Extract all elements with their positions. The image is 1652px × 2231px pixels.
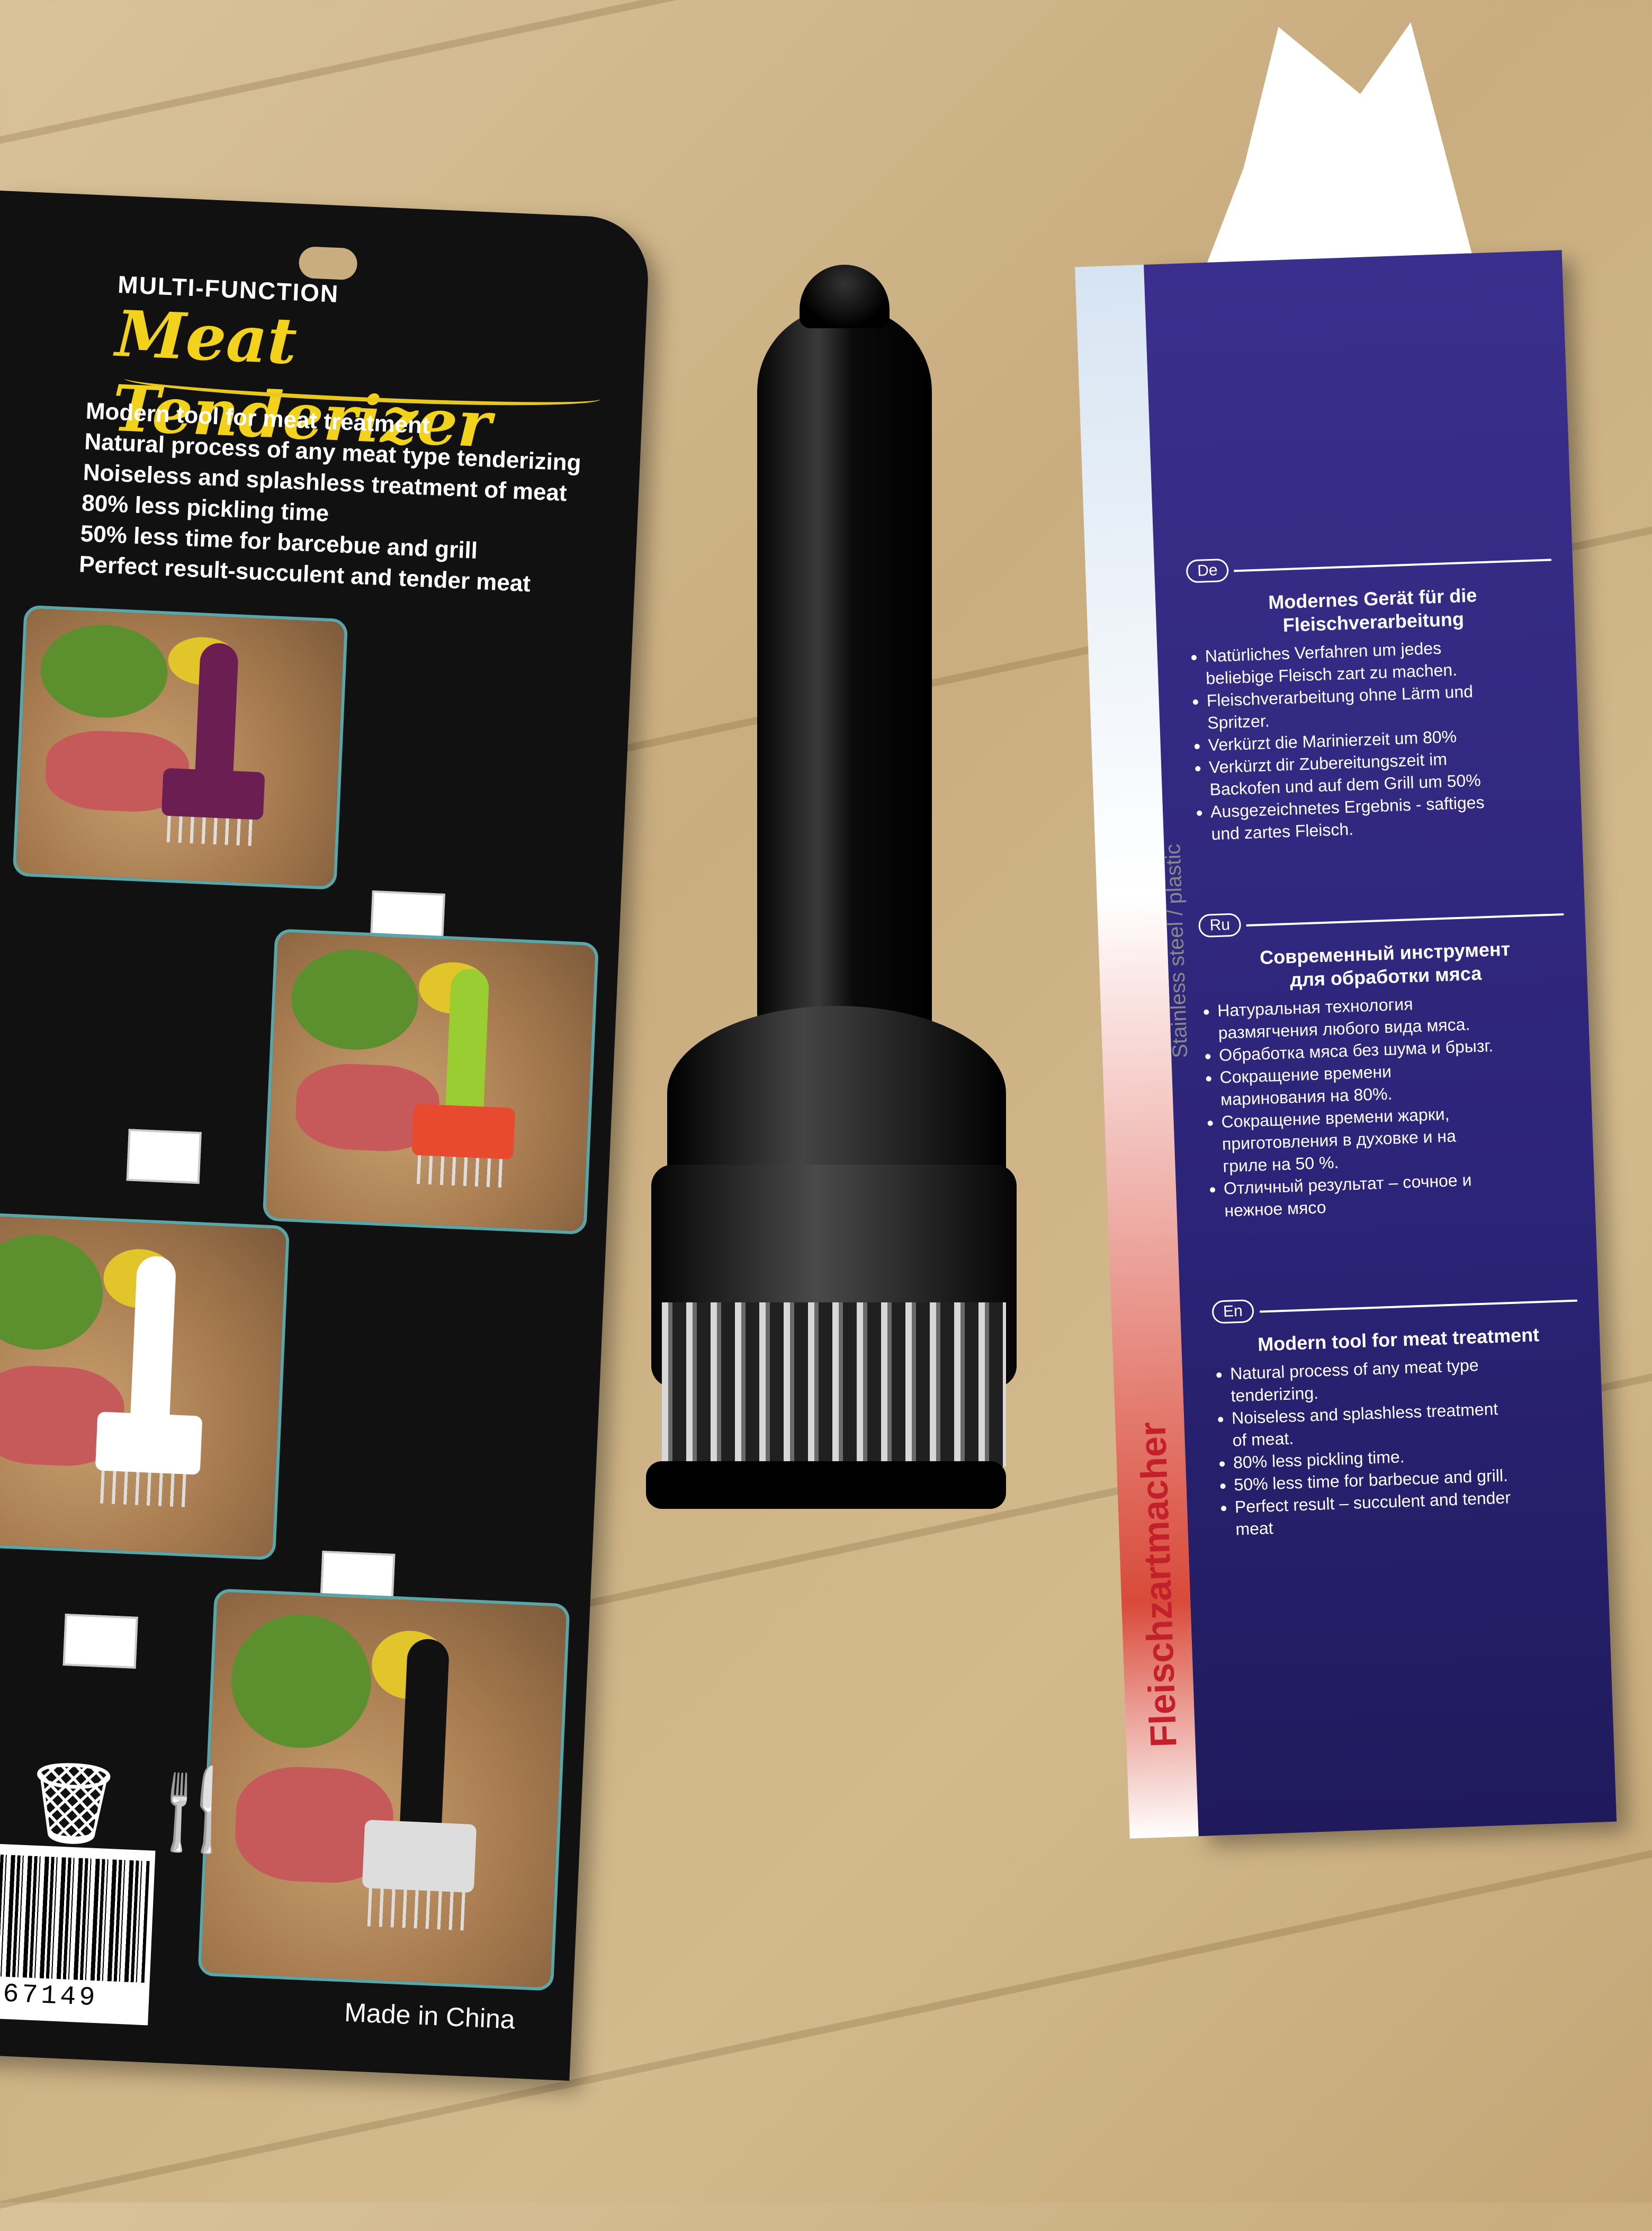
section-list: Natural process of any meat type tenderi…: [1214, 1350, 1590, 1541]
language-tag: En: [1211, 1299, 1254, 1324]
language-tag: De: [1186, 558, 1229, 583]
section-heading: Современный инструмент для обработки мяс…: [1259, 938, 1511, 991]
feature-list: Modern tool for meat treatment Natural p…: [78, 395, 583, 601]
hang-hole: [298, 246, 358, 281]
barcode-bars: [0, 1851, 150, 1983]
tool-blades: [662, 1302, 1006, 1467]
section-list: Natürliches Verfahren um jedes beliebige…: [1189, 633, 1566, 845]
section-rule: [1246, 913, 1564, 926]
tool-handle: [757, 307, 932, 1101]
section-item: Сокращение времени жарки, приготовления …: [1221, 1099, 1578, 1177]
packaging-card: MULTI-FUNCTION Meat Tenderizer Modern to…: [0, 191, 651, 2081]
section-ru: Ru Современный инструмент для обработки …: [1198, 902, 1579, 1222]
food-safe-icon: 🍴: [142, 1761, 245, 1855]
meat-tenderizer-tool: [646, 265, 1027, 1535]
box-flap: [1199, 21, 1472, 263]
tool-neck: [667, 1006, 1006, 1181]
product-photo-black: [197, 1588, 570, 1991]
made-in-label: Made in China: [344, 1997, 516, 2035]
product-box: Fleischzartmacher Stainless steel / plas…: [1075, 250, 1617, 1839]
language-tag: Ru: [1198, 913, 1242, 938]
section-rule: [1234, 559, 1551, 572]
product-photo-purple: [12, 605, 348, 890]
color-label-box: [126, 1129, 202, 1184]
recycle-icon: ♻: [0, 1752, 3, 1844]
tool-top-cap: [800, 265, 890, 328]
product-photo-green: [262, 928, 599, 1235]
section-en: En Modern tool for meat treatment Natura…: [1211, 1288, 1590, 1541]
care-icons: ♻ 🗑 🍴: [0, 1751, 245, 1858]
product-photo-white: [0, 1211, 290, 1561]
section-list: Натуральная технология размягчения любог…: [1201, 987, 1579, 1222]
barcode-number: 107067149: [0, 1976, 99, 2014]
section-rule: [1260, 1299, 1577, 1313]
section-heading: Modernes Gerät für die Fleischverarbeitu…: [1268, 584, 1477, 636]
trash-bin-icon: 🗑: [20, 1756, 125, 1850]
barcode: 107067149: [0, 1841, 156, 2026]
color-label-box: [62, 1613, 138, 1669]
section-de: De Modernes Gerät für die Fleischverarbe…: [1186, 547, 1566, 845]
tool-base-plate: [646, 1461, 1006, 1509]
